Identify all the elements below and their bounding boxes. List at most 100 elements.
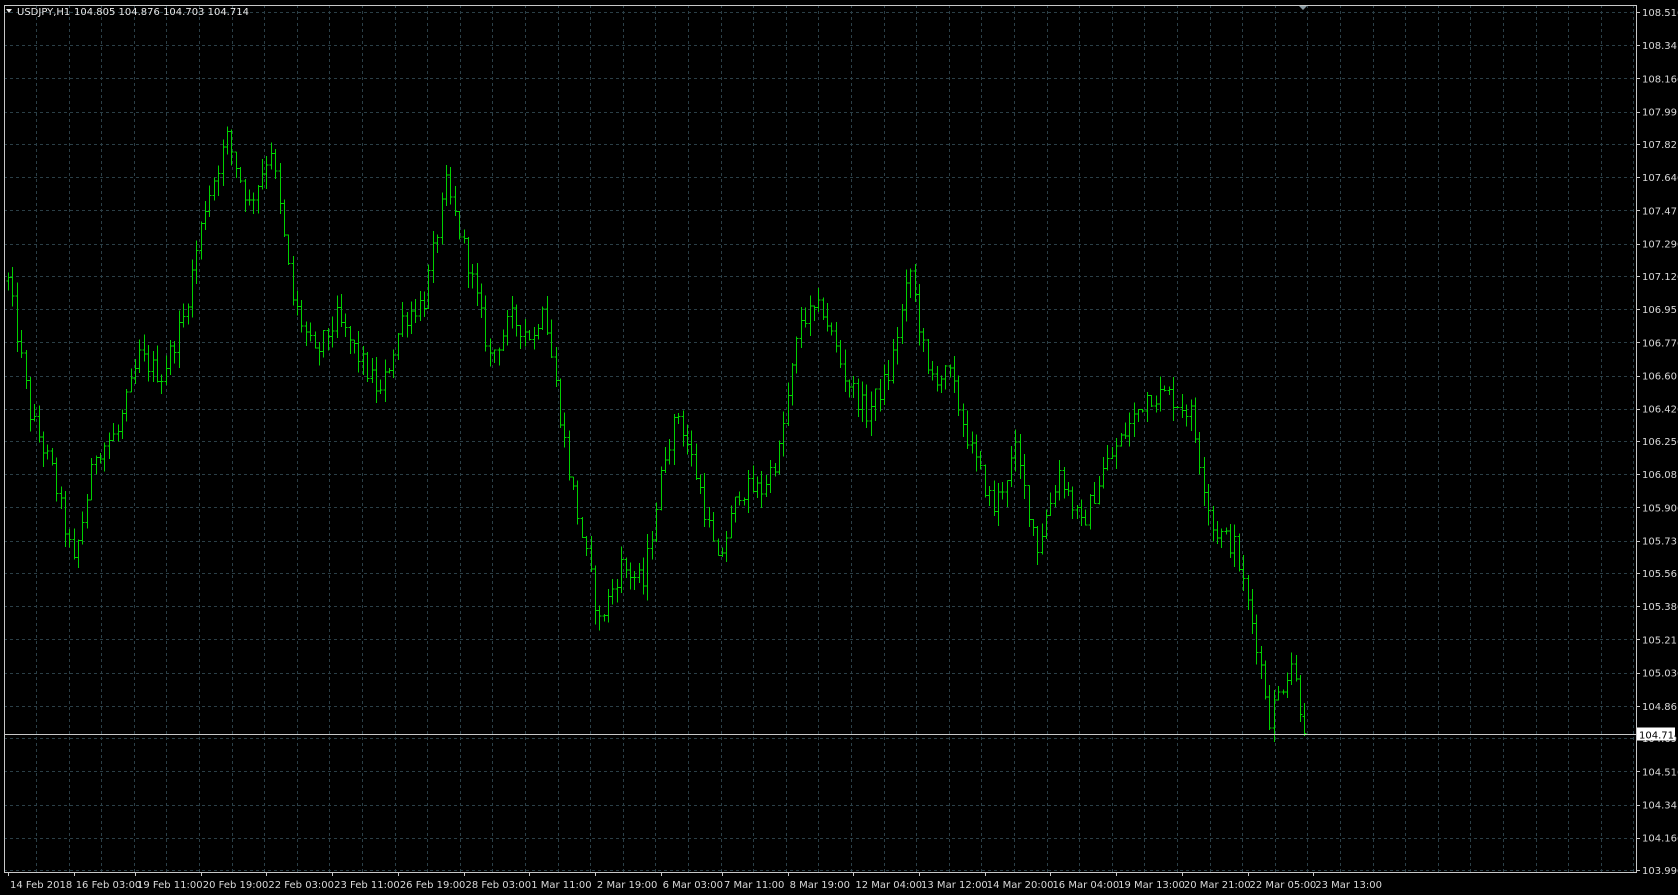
price-bar	[983, 464, 988, 498]
price-bar	[405, 312, 410, 338]
y-tick-label: 105.561	[1642, 569, 1678, 580]
price-bar	[821, 297, 826, 320]
price-bar	[939, 375, 944, 394]
price-bar	[878, 378, 883, 412]
price-bar	[956, 375, 961, 417]
price-bar	[781, 411, 786, 457]
price-bar	[825, 303, 830, 332]
price-bar	[63, 491, 68, 548]
symbol-label: USDJPY,H1	[17, 7, 70, 18]
price-bar	[1154, 395, 1159, 413]
price-bar	[1167, 386, 1172, 396]
price-bar	[365, 352, 370, 383]
price-bar	[869, 391, 874, 436]
shift-marker-icon[interactable]	[1299, 6, 1307, 10]
price-bar	[965, 410, 970, 449]
price-bar	[733, 496, 738, 523]
price-bar	[610, 579, 615, 605]
price-bar	[374, 357, 379, 403]
x-tick-label: 13 Mar 12:00	[921, 880, 988, 891]
x-tick-label: 23 Mar 13:00	[1315, 880, 1382, 891]
x-tick-label: 16 Feb 03:00	[76, 880, 142, 891]
price-bar	[930, 360, 935, 381]
price-bar	[567, 430, 572, 481]
price-bar	[711, 511, 716, 542]
price-bar	[904, 269, 909, 322]
x-tick-label: 8 Mar 19:00	[790, 880, 850, 891]
price-bar	[1189, 399, 1194, 432]
price-bar	[129, 368, 134, 393]
price-bar	[615, 579, 620, 603]
price-chart[interactable]: 108.516 108.341 108.166 107.991 107.821 107.6…	[0, 0, 1678, 895]
price-bar	[554, 346, 559, 387]
y-tick-label: 105.731	[1642, 537, 1678, 548]
price-bar	[212, 177, 217, 201]
price-bar	[111, 423, 116, 442]
y-tick-label: 106.601	[1642, 372, 1678, 383]
price-bar	[317, 341, 322, 366]
price-bar	[475, 262, 480, 306]
price-bar	[400, 302, 405, 337]
price-bar	[483, 295, 488, 352]
price-bar	[19, 330, 24, 359]
price-bar	[786, 382, 791, 426]
price-bar	[1149, 394, 1154, 408]
price-bar	[926, 339, 931, 375]
price-bar	[107, 432, 112, 459]
price-bar	[124, 388, 129, 422]
price-bar	[1048, 492, 1053, 517]
price-bar	[755, 476, 760, 499]
price-bar	[378, 379, 383, 395]
price-bar	[313, 331, 318, 349]
price-bar	[645, 533, 650, 601]
price-bar	[164, 355, 169, 386]
price-bar	[702, 472, 707, 528]
price-bar	[194, 240, 199, 284]
price-bar	[225, 126, 230, 155]
price-bar	[151, 351, 156, 382]
price-bar	[431, 230, 436, 283]
price-bar	[462, 229, 467, 244]
x-tick-label: 26 Feb 19:00	[400, 880, 466, 891]
price-bar	[142, 334, 147, 362]
price-bar	[536, 324, 541, 340]
y-tick-label: 104.516	[1642, 767, 1678, 778]
price-bar	[873, 388, 878, 422]
y-tick-label: 107.296	[1642, 240, 1678, 251]
price-bar	[808, 295, 813, 337]
price-bar	[584, 536, 589, 557]
price-bar	[1158, 376, 1163, 412]
price-bar	[1018, 434, 1023, 479]
y-tick-label: 104.341	[1642, 801, 1678, 812]
y-tick-label: 108.341	[1642, 41, 1678, 52]
price-bar	[663, 447, 668, 473]
price-bar	[444, 164, 449, 207]
price-bar	[501, 329, 506, 352]
price-bar	[1040, 523, 1045, 555]
price-bar	[1105, 445, 1110, 471]
price-bar	[1022, 453, 1027, 499]
price-bar	[886, 359, 891, 391]
price-bar	[190, 259, 195, 318]
price-bar	[637, 562, 642, 584]
y-tick-label: 105.211	[1642, 635, 1678, 646]
price-bar	[992, 480, 997, 516]
price-bar	[15, 282, 20, 353]
y-tick-label: 105.036	[1642, 669, 1678, 680]
x-tick-label: 14 Feb 2018	[10, 880, 72, 891]
price-bar	[532, 327, 537, 350]
price-bar	[80, 511, 85, 545]
price-bar	[834, 322, 839, 353]
price-bar	[650, 530, 655, 560]
price-bar	[843, 349, 848, 393]
price-bar	[28, 377, 33, 432]
chart-grid	[4, 5, 1636, 872]
price-bar	[1211, 506, 1216, 542]
price-bar	[799, 307, 804, 349]
price-bar	[1119, 433, 1124, 447]
price-bar	[1175, 406, 1180, 408]
price-bar	[186, 303, 191, 325]
price-bar	[1232, 524, 1237, 568]
price-bars	[6, 126, 1307, 742]
x-tick-label: 23 Feb 11:00	[334, 880, 400, 891]
